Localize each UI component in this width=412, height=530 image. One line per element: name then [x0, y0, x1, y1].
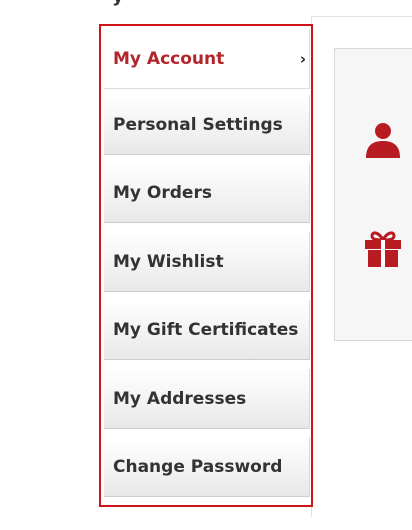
sidebar-item-personal-settings[interactable]: Personal Settings: [104, 95, 310, 155]
sidebar-item-label: Change Password: [113, 456, 283, 477]
page-heading: y: [112, 0, 124, 7]
sidebar-item-my-orders[interactable]: My Orders: [104, 163, 310, 223]
account-sidebar-nav: My Account › Personal Settings My Orders…: [99, 24, 313, 507]
sidebar-item-label: My Orders: [113, 182, 212, 203]
sidebar-item-label: Personal Settings: [113, 114, 283, 135]
sidebar-item-my-wishlist[interactable]: My Wishlist: [104, 232, 310, 292]
sidebar-item-change-password[interactable]: Change Password: [104, 437, 310, 497]
sidebar-item-label: My Addresses: [113, 388, 247, 409]
user-icon: [366, 123, 400, 158]
sidebar-item-label: My Account: [113, 48, 225, 69]
sidebar-item-my-gift-certificates[interactable]: My Gift Certificates: [104, 300, 310, 360]
account-dashboard-box: [334, 48, 412, 341]
chevron-right-icon: ›: [299, 50, 306, 68]
sidebar-item-my-addresses[interactable]: My Addresses: [104, 369, 310, 429]
gift-icon: [365, 231, 401, 267]
sidebar-item-label: My Wishlist: [113, 251, 224, 272]
sidebar-item-my-account[interactable]: My Account ›: [104, 29, 310, 89]
sidebar-item-label: My Gift Certificates: [113, 319, 299, 340]
